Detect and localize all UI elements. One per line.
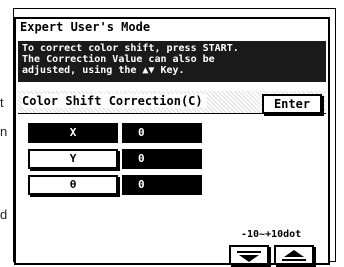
y-value: 0 <box>122 149 202 169</box>
triangle-down-icon <box>237 251 261 262</box>
message-line-1: To correct color shift, press START. <box>22 43 239 54</box>
x-key-button[interactable]: X <box>28 123 118 143</box>
range-label: -10~+10dot <box>241 229 302 240</box>
message-line-2: The Correction Value can also be <box>22 54 215 65</box>
theta-key-button[interactable]: θ <box>28 175 118 195</box>
enter-button[interactable]: Enter <box>262 94 322 114</box>
clipped-text-1: t <box>0 95 4 110</box>
triangle-up-icon <box>282 250 306 261</box>
page-title: Expert User's Mode <box>20 20 151 34</box>
expert-mode-panel: Expert User's Mode To correct color shif… <box>14 17 330 265</box>
y-key-button[interactable]: Y <box>28 149 118 169</box>
x-value: 0 <box>122 123 202 143</box>
increase-button[interactable] <box>274 245 314 265</box>
theta-value: 0 <box>122 175 202 195</box>
clipped-text-3: d <box>0 207 8 222</box>
message-line-3: adjusted, using the ▲▼ Key. <box>22 65 185 76</box>
section-label: Color Shift Correction(C) <box>22 94 207 108</box>
clipped-text-2: n <box>0 124 8 139</box>
instruction-message: To correct color shift, press START. The… <box>18 41 326 82</box>
decrease-button[interactable] <box>229 245 269 265</box>
